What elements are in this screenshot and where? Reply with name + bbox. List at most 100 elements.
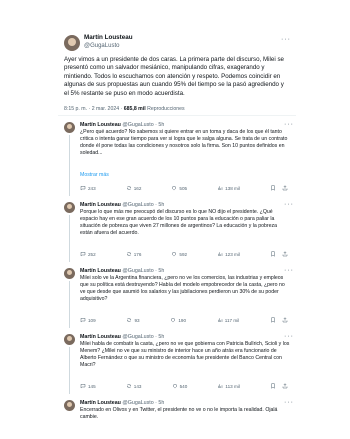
bookmark-action[interactable] — [270, 185, 276, 191]
reply-item[interactable]: Martín Lousteau @GugaLusto · 5h ··· Porq… — [58, 198, 296, 262]
more-icon[interactable]: ··· — [284, 267, 294, 274]
reply-time[interactable]: 5h — [158, 400, 164, 406]
reply-author-handle[interactable]: @GugaLusto — [122, 122, 153, 128]
more-icon[interactable]: ··· — [281, 36, 291, 43]
like-icon — [172, 252, 177, 257]
share-action[interactable] — [282, 185, 288, 191]
reply-icon — [80, 252, 86, 257]
reply-author-handle[interactable]: @GugaLusto — [122, 334, 153, 340]
like-count: 190 — [178, 317, 186, 323]
views-icon — [218, 186, 223, 190]
views-icon — [218, 252, 223, 256]
repost-count: 93 — [134, 317, 140, 323]
reply-text: Milei habla de combatir la casta, ¿pero … — [80, 341, 290, 368]
show-more-link[interactable]: Mostrar más — [80, 172, 109, 178]
reply-icon — [80, 186, 86, 191]
reply-action[interactable]: 109 — [80, 317, 96, 323]
views-action[interactable]: 138 mil — [217, 185, 240, 191]
share-icon — [282, 185, 288, 191]
share-action[interactable] — [282, 317, 288, 323]
reply-count: 109 — [88, 317, 96, 323]
reply-author-name[interactable]: Martín Lousteau — [80, 268, 121, 274]
views-action[interactable]: 123 mil — [217, 251, 240, 257]
bookmark-action[interactable] — [270, 317, 276, 323]
avatar[interactable] — [64, 122, 75, 133]
reply-author-name[interactable]: Martín Lousteau — [80, 122, 121, 128]
reply-time[interactable]: 5h — [158, 334, 164, 340]
like-action[interactable]: 190 — [170, 317, 186, 323]
avatar[interactable] — [64, 268, 75, 279]
post-time[interactable]: 8:15 p. m. — [64, 106, 87, 112]
more-icon[interactable]: ··· — [284, 201, 294, 208]
avatar[interactable] — [64, 400, 75, 411]
like-icon — [172, 186, 177, 191]
like-action[interactable]: 505 — [171, 185, 187, 191]
reply-author-handle[interactable]: @GugaLusto — [122, 202, 153, 208]
reply-header: Martín Lousteau @GugaLusto · 5h — [80, 334, 165, 340]
post-date[interactable]: 2 mar. 2024 — [92, 106, 119, 112]
reply-count: 145 — [88, 383, 96, 389]
thread-line — [69, 215, 70, 262]
repost-icon — [127, 318, 132, 322]
reply-action[interactable]: 252 — [80, 251, 96, 257]
repost-action[interactable]: 93 — [126, 317, 140, 323]
reply-header: Martín Lousteau @GugaLusto · 5h — [80, 122, 165, 128]
bookmark-icon — [271, 383, 275, 389]
share-action[interactable] — [282, 251, 288, 257]
author-avatar[interactable] — [64, 35, 80, 51]
bookmark-icon — [271, 317, 275, 323]
action-bar: 243 162 505 138 mil — [80, 184, 288, 192]
like-count: 592 — [179, 251, 188, 257]
reply-item[interactable]: Martín Lousteau @GugaLusto · 5h ··· Mile… — [58, 330, 296, 394]
reply-header: Martín Lousteau @GugaLusto · 5h — [80, 400, 165, 406]
reply-author-name[interactable]: Martín Lousteau — [80, 334, 121, 340]
views-count: 117 mil — [224, 317, 240, 323]
action-bar: 145 143 540 113 mil — [80, 382, 288, 390]
repost-action[interactable]: 143 — [126, 383, 142, 389]
reply-item[interactable]: Martín Lousteau @GugaLusto · 5h ··· Mile… — [58, 264, 296, 328]
avatar[interactable] — [64, 202, 75, 213]
reply-text: Encerrado en Olivos y en Twitter, el pre… — [80, 407, 278, 420]
like-action[interactable]: 540 — [172, 383, 187, 389]
reply-icon — [80, 384, 86, 389]
reply-icon — [80, 318, 86, 323]
reply-time[interactable]: 5h — [158, 202, 164, 208]
repost-action[interactable]: 162 — [126, 185, 141, 191]
more-icon[interactable]: ··· — [284, 121, 294, 128]
more-icon[interactable]: ··· — [284, 333, 294, 340]
repost-icon — [126, 186, 131, 190]
share-action[interactable] — [282, 383, 288, 389]
bookmark-icon — [271, 185, 275, 191]
repost-count: 143 — [133, 383, 142, 389]
main-post-meta: 8:15 p. m. · 2 mar. 2024 · 685,8 mil Rep… — [64, 106, 185, 112]
bookmark-action[interactable] — [270, 251, 276, 257]
repost-action[interactable]: 176 — [126, 251, 141, 257]
more-icon[interactable]: ··· — [284, 399, 294, 406]
views-action[interactable]: 113 mil — [217, 383, 240, 389]
reply-item[interactable]: Martín Lousteau @GugaLusto · 5h ··· Ence… — [58, 396, 296, 432]
action-bar: 109 93 190 117 mil — [80, 316, 288, 324]
like-action[interactable]: 592 — [171, 251, 187, 257]
reply-action[interactable]: 243 — [80, 185, 96, 191]
reply-author-handle[interactable]: @GugaLusto — [122, 268, 153, 274]
action-bar: 252 176 592 123 mil — [80, 250, 288, 258]
reply-header: Martín Lousteau @GugaLusto · 5h — [80, 268, 165, 274]
bookmark-icon — [271, 251, 275, 257]
reply-author-handle[interactable]: @GugaLusto — [122, 400, 153, 406]
avatar[interactable] — [64, 334, 75, 345]
like-icon — [171, 318, 176, 323]
reply-time[interactable]: 5h — [158, 122, 164, 128]
bookmark-action[interactable] — [270, 383, 276, 389]
views-count: 685,8 mil — [123, 106, 146, 112]
views-action[interactable]: 117 mil — [217, 317, 239, 323]
reply-action[interactable]: 145 — [80, 383, 96, 389]
views-count: 123 mil — [225, 251, 240, 257]
author-block[interactable]: Martín Lousteau @GugaLusto — [84, 34, 133, 50]
reply-author-name[interactable]: Martín Lousteau — [80, 202, 121, 208]
reply-time[interactable]: 5h — [158, 268, 164, 274]
reply-item[interactable]: Martín Lousteau @GugaLusto · 5h ··· ¿Per… — [58, 118, 296, 196]
author-handle[interactable]: @GugaLusto — [84, 42, 133, 50]
author-name[interactable]: Martín Lousteau — [84, 34, 133, 42]
reply-author-name[interactable]: Martín Lousteau — [80, 400, 121, 406]
thread-line — [69, 281, 70, 328]
